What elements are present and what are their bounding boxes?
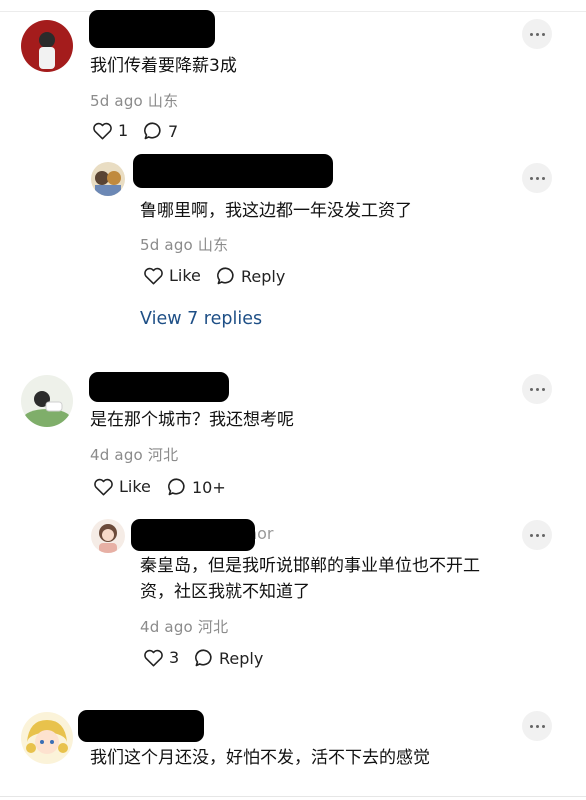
comment-bubble-icon (217, 267, 234, 285)
comment-text: 我们传着要降薪3成 (90, 56, 237, 76)
reply-location: 山东 (197, 236, 229, 254)
reply-time: 4d ago (140, 618, 193, 636)
more-options-button[interactable] (522, 711, 552, 741)
redacted-username (89, 372, 229, 402)
reply-button[interactable]: 7 (143, 121, 178, 141)
avatar[interactable] (21, 20, 73, 72)
reply-meta: 4d ago 河北 (140, 616, 228, 637)
reply-label: Reply (241, 266, 286, 286)
comment-location: 河北 (147, 446, 179, 464)
redacted-username (133, 154, 333, 188)
reply-time: 5d ago (140, 236, 193, 254)
more-options-button[interactable] (522, 374, 552, 404)
avatar[interactable] (21, 375, 73, 427)
redacted-username (78, 710, 204, 742)
reply-button[interactable]: Reply (194, 648, 263, 668)
reply-label: Reply (219, 648, 264, 668)
heart-icon (93, 122, 112, 140)
like-label: Like (169, 266, 201, 285)
like-button[interactable]: 1 (92, 121, 128, 140)
view-replies-link[interactable]: View 7 replies (140, 309, 262, 329)
avatar-image (91, 162, 125, 196)
avatar-image (21, 375, 73, 427)
reply-text-line-1: 秦皇岛，但是我听说邯郸的事业单位也不开工 (140, 556, 480, 576)
reply-text: 鲁哪里啊，我这边都一年没发工资了 (140, 201, 412, 221)
more-options-button[interactable] (522, 163, 552, 193)
avatar-image (21, 712, 73, 764)
comment-meta: 4d ago 河北 (90, 444, 178, 465)
redacted-username (131, 519, 255, 551)
reply-meta: 5d ago 山东 (140, 234, 228, 255)
reply-location: 河北 (197, 618, 229, 636)
comment-meta: 5d ago 山东 (90, 90, 178, 111)
reply-count: 7 (168, 121, 179, 141)
reply-button[interactable]: 10+ (167, 477, 226, 497)
bottom-divider (0, 796, 586, 797)
reply-text-line-2: 资，社区我就不知道了 (140, 582, 310, 602)
comment-time: 5d ago (90, 92, 143, 110)
avatar-image (21, 20, 73, 72)
heart-icon (144, 267, 163, 285)
reply-button[interactable]: Reply (216, 266, 285, 286)
reply-count: 10+ (192, 477, 226, 497)
top-divider (0, 11, 586, 12)
redacted-username (89, 10, 215, 48)
heart-icon (144, 649, 163, 667)
comment-bubble-icon (168, 478, 185, 496)
comment-bubble-icon (195, 649, 212, 667)
like-button[interactable]: 3 (143, 648, 179, 667)
avatar[interactable] (21, 712, 73, 764)
heart-icon (94, 478, 113, 496)
more-options-button[interactable] (522, 19, 552, 49)
comment-bubble-icon (144, 122, 161, 140)
like-count: 1 (118, 121, 129, 140)
comment-location: 山东 (147, 92, 179, 110)
comment-text: 是在那个城市？我还想考呢 (90, 410, 294, 430)
avatar[interactable] (91, 519, 125, 553)
avatar-image (91, 519, 125, 553)
comment-time: 4d ago (90, 446, 143, 464)
like-label: Like (119, 477, 151, 496)
like-count: 3 (169, 648, 180, 667)
like-button[interactable]: Like (143, 266, 201, 285)
more-options-button[interactable] (522, 520, 552, 550)
comment-text: 我们这个月还没，好怕不发，活不下去的感觉 (90, 748, 430, 768)
like-button[interactable]: Like (93, 477, 151, 496)
avatar[interactable] (91, 162, 125, 196)
